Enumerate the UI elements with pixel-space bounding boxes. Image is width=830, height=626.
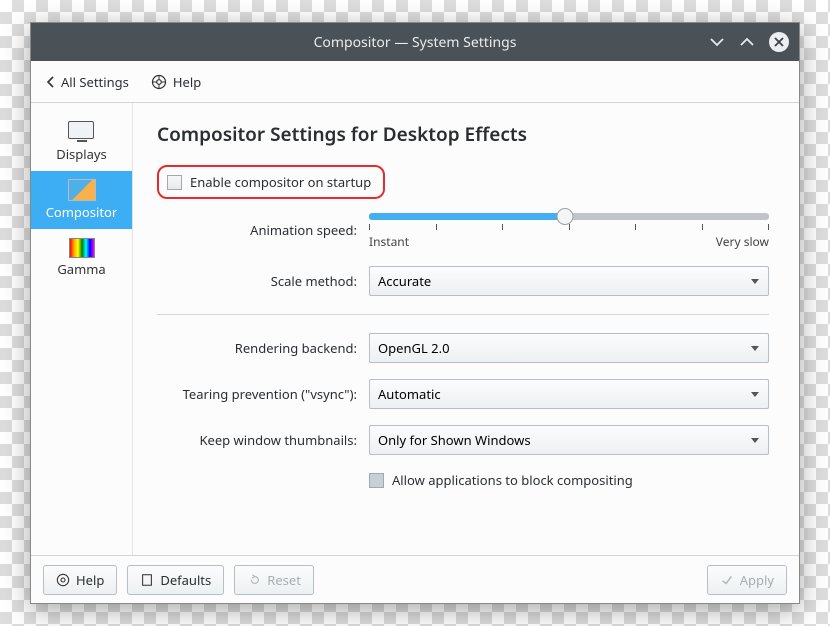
animation-speed-label: Animation speed: [157, 221, 357, 239]
window-title: Compositor — System Settings [314, 33, 517, 52]
monitor-icon [68, 121, 96, 143]
settings-window: Compositor — System Settings All Setting… [30, 22, 800, 604]
sidebar-item-label: Compositor [46, 203, 118, 221]
slider-min-label: Instant [369, 233, 409, 250]
maximize-icon[interactable] [739, 36, 755, 48]
help-button[interactable]: Help [43, 565, 117, 595]
animation-speed-slider[interactable] [369, 209, 769, 229]
undo-icon [247, 573, 261, 587]
reset-button-label: Reset [267, 571, 301, 589]
defaults-button-label: Defaults [160, 571, 211, 589]
page-heading: Compositor Settings for Desktop Effects [157, 121, 769, 147]
close-button[interactable] [769, 32, 789, 52]
slider-max-label: Very slow [716, 233, 769, 250]
document-icon [140, 573, 154, 587]
block-compositing-label: Allow applications to block compositing [392, 471, 633, 489]
apply-button-label: Apply [740, 571, 774, 589]
block-compositing-checkbox[interactable] [369, 473, 384, 488]
check-icon [720, 573, 734, 587]
defaults-button[interactable]: Defaults [127, 565, 224, 595]
scale-method-select[interactable]: Accurate [369, 266, 769, 296]
vsync-label: Tearing prevention ("vsync"): [157, 385, 357, 403]
divider [157, 314, 769, 315]
toolbar: All Settings Help [31, 61, 799, 103]
sidebar-item-compositor[interactable]: Compositor [31, 171, 132, 229]
chevron-left-icon [45, 75, 55, 89]
minimize-icon[interactable] [709, 36, 725, 48]
enable-compositor-checkbox[interactable] [167, 175, 182, 190]
rendering-backend-select[interactable]: OpenGL 2.0 [369, 333, 769, 363]
sidebar-item-label: Displays [56, 145, 107, 163]
all-settings-label: All Settings [61, 73, 129, 91]
help-ring-icon [56, 573, 70, 587]
sidebar-item-label: Gamma [57, 260, 105, 278]
back-all-settings[interactable]: All Settings [45, 73, 129, 91]
gamma-icon [69, 238, 95, 258]
titlebar: Compositor — System Settings [31, 23, 799, 61]
help-ring-icon [151, 74, 167, 90]
apply-button: Apply [707, 565, 787, 595]
compositor-icon [68, 179, 96, 201]
sidebar-item-displays[interactable]: Displays [31, 113, 132, 171]
help-menu[interactable]: Help [151, 73, 201, 91]
sidebar: Displays Compositor Gamma [31, 103, 133, 555]
rendering-backend-label: Rendering backend: [157, 339, 357, 357]
thumbnails-select[interactable]: Only for Shown Windows [369, 425, 769, 455]
enable-compositor-label: Enable compositor on startup [190, 173, 371, 191]
main-panel: Compositor Settings for Desktop Effects … [133, 103, 799, 555]
thumbnails-label: Keep window thumbnails: [157, 431, 357, 449]
enable-compositor-highlight: Enable compositor on startup [157, 165, 385, 199]
vsync-select[interactable]: Automatic [369, 379, 769, 409]
reset-button: Reset [234, 565, 314, 595]
scale-method-label: Scale method: [157, 272, 357, 290]
sidebar-item-gamma[interactable]: Gamma [31, 229, 132, 287]
help-label: Help [173, 73, 201, 91]
help-button-label: Help [76, 571, 104, 589]
footer: Help Defaults Reset Apply [31, 555, 799, 603]
